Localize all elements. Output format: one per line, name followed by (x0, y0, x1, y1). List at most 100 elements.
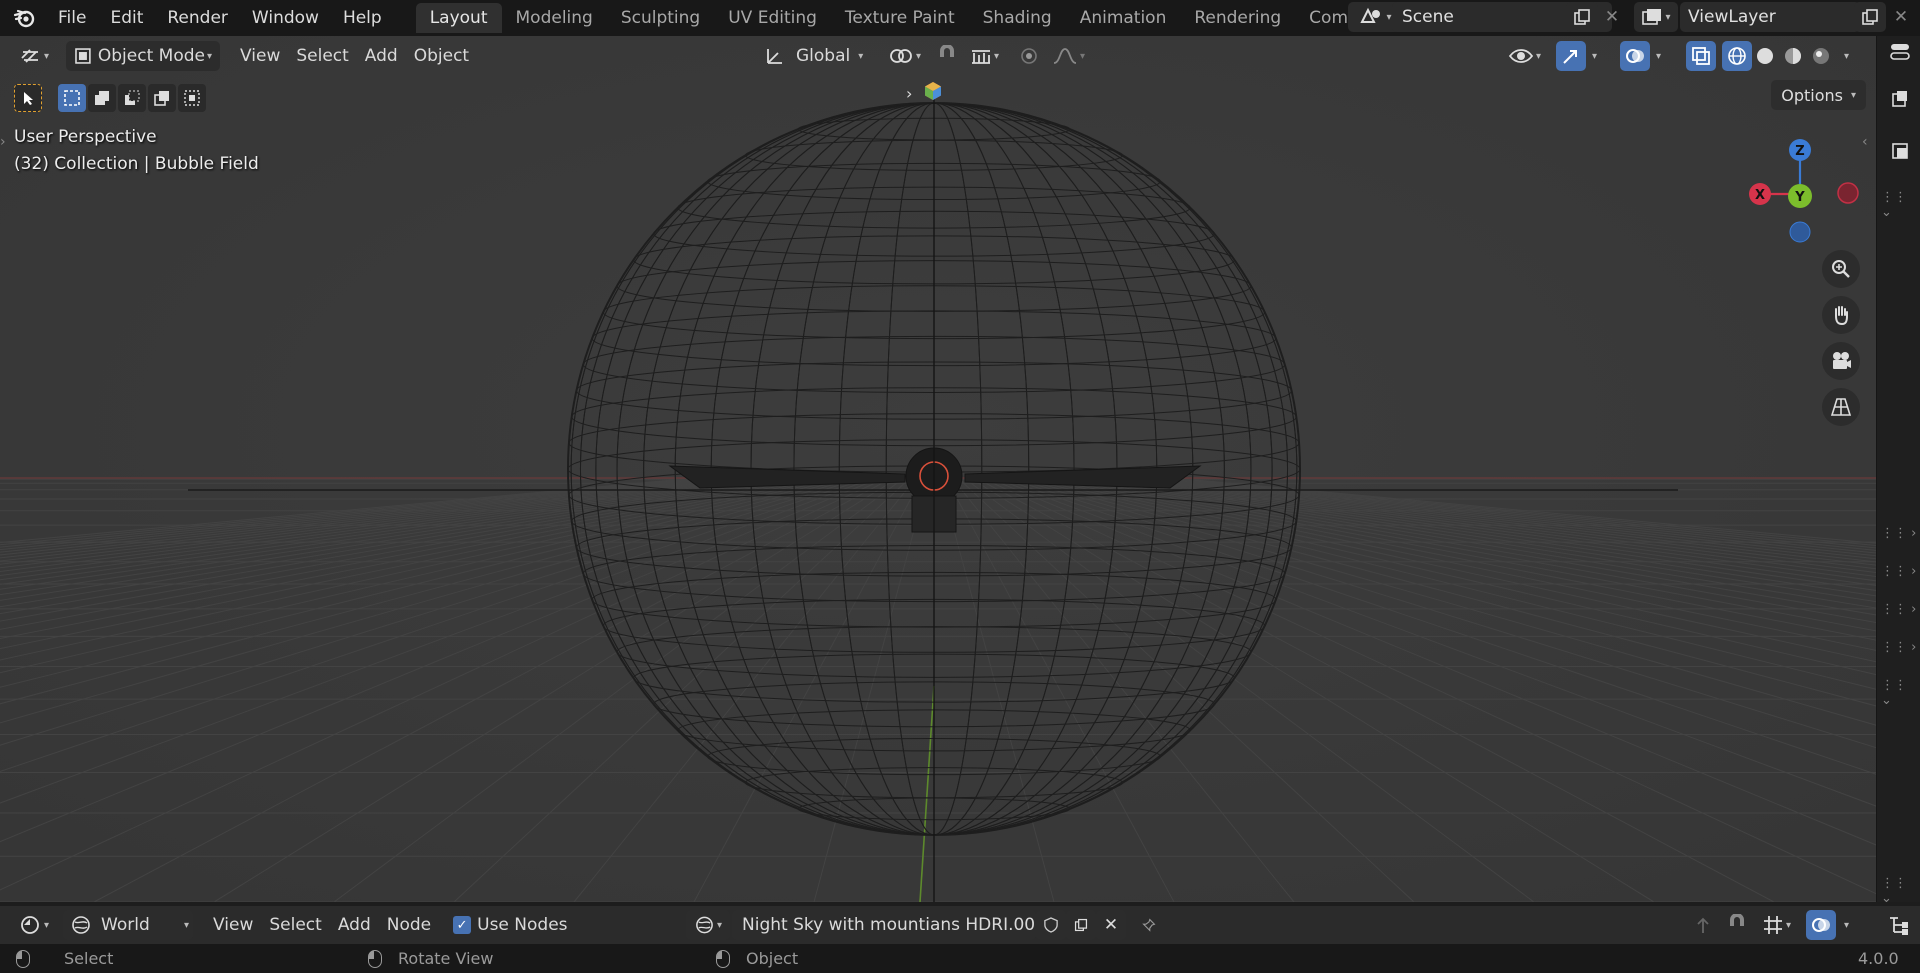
node-editor-type-button[interactable]: ▾ (10, 910, 57, 940)
viewport-menu-select[interactable]: Select (288, 41, 356, 71)
blender-logo-icon[interactable] (12, 6, 36, 30)
rendered-shading-icon[interactable] (1806, 41, 1836, 71)
menu-edit[interactable]: Edit (98, 4, 155, 32)
gizmo-neg-x-icon[interactable] (1837, 182, 1859, 204)
visibility-dropdown[interactable]: ▾ (1500, 41, 1549, 71)
panel-collapse-icon-2[interactable]: ⋮⋮ ⌄ (1881, 678, 1920, 708)
select-new-icon[interactable] (58, 84, 86, 112)
overlays-dropdown[interactable]: ▾ (1650, 41, 1665, 71)
left-expand-arrow-icon[interactable]: › (0, 134, 6, 150)
select-intersect-icon[interactable] (178, 84, 206, 112)
solid-shading-icon[interactable] (1750, 41, 1780, 71)
falloff-dropdown[interactable]: ▾ (1044, 41, 1093, 71)
panel-expand-icon-4[interactable]: ⋮⋮ › (1881, 640, 1916, 655)
transform-orientation-dropdown[interactable]: Global ▾ (756, 41, 871, 71)
viewport-menu-object[interactable]: Object (406, 41, 477, 71)
node-sidebar-icon[interactable] (1888, 914, 1910, 940)
select-invert-icon[interactable] (148, 84, 176, 112)
shading-dropdown[interactable]: ▾ (1838, 41, 1853, 71)
menu-window[interactable]: Window (240, 4, 331, 32)
tool-tab-icon[interactable] (1891, 90, 1909, 112)
node-overlays-dropdown[interactable]: ▾ (1838, 910, 1853, 940)
eye-icon (1508, 49, 1534, 63)
fake-user-shield-icon[interactable] (1036, 910, 1066, 940)
gizmo-dropdown[interactable]: ▾ (1586, 41, 1601, 71)
panel-expand-icon-2[interactable]: ⋮⋮ › (1881, 564, 1916, 579)
node-snap-target-dropdown[interactable]: ▾ (1754, 910, 1799, 940)
delete-scene-icon[interactable]: ✕ (1598, 2, 1626, 32)
proportional-editing-icon[interactable] (1014, 41, 1044, 71)
node-menu-node[interactable]: Node (379, 910, 439, 940)
viewport-scene (0, 36, 1876, 902)
view-layer-name-field[interactable]: ViewLayer (1680, 2, 1860, 32)
panel-expand-icon-1[interactable]: ⋮⋮ › (1881, 526, 1916, 541)
scene-name: Scene (1402, 7, 1454, 27)
zoom-icon[interactable] (1822, 250, 1860, 288)
shader-type-dropdown[interactable]: World ▾ (63, 910, 194, 940)
parent-node-tree-icon[interactable] (1688, 910, 1718, 940)
options-dropdown[interactable]: Options ▾ (1771, 80, 1866, 110)
material-preview-icon[interactable] (1778, 41, 1808, 71)
expand-toolbar-icon[interactable]: › (906, 84, 912, 103)
tab-texture-paint[interactable]: Texture Paint (831, 3, 969, 33)
object-mode-dropdown[interactable]: Object Mode ▾ (66, 41, 220, 71)
snap-increment-icon (972, 50, 990, 64)
tab-rendering[interactable]: Rendering (1180, 3, 1295, 33)
gizmo-toggle-icon[interactable] (1556, 41, 1586, 71)
world-name-field[interactable]: Night Sky with mountians HDRI.001 (732, 910, 1046, 940)
snap-target-dropdown[interactable]: ▾ (962, 41, 1007, 71)
options-label: Options (1781, 85, 1843, 105)
panel-collapse-icon-3[interactable]: ⋮⋮ ⌄ (1881, 876, 1920, 906)
panel-expand-icon-3[interactable]: ⋮⋮ › (1881, 602, 1916, 617)
sidebar-expand-arrow-icon[interactable]: ‹ (1862, 134, 1868, 150)
select-subtract-icon[interactable] (118, 84, 146, 112)
viewport-menu-add[interactable]: Add (357, 41, 406, 71)
render-tab-icon[interactable] (1891, 142, 1909, 164)
viewport-menu-view[interactable]: View (232, 41, 288, 71)
node-snap-icon[interactable] (1722, 910, 1752, 940)
delete-view-layer-icon[interactable]: ✕ (1886, 2, 1916, 32)
select-extend-icon[interactable] (88, 84, 116, 112)
tab-shading[interactable]: Shading (969, 3, 1066, 33)
overlays-toggle-icon[interactable] (1620, 41, 1650, 71)
status-select-hint: Select (16, 944, 113, 973)
world-browse-button[interactable]: ▾ (686, 910, 730, 940)
3d-viewport[interactable]: ▾ Object Mode ▾ View Select Add Object Gl… (0, 36, 1876, 902)
camera-view-icon[interactable] (1822, 342, 1860, 380)
wireframe-shading-icon[interactable] (1722, 41, 1752, 71)
new-scene-icon[interactable] (1566, 2, 1598, 32)
tab-layout[interactable]: Layout (415, 3, 502, 33)
view-layer-browse-button[interactable]: ▾ (1634, 2, 1678, 32)
tab-sculpting[interactable]: Sculpting (607, 3, 714, 33)
menu-file[interactable]: File (46, 4, 98, 32)
version-label: 4.0.0 (1858, 949, 1899, 968)
viewport-header: ▾ Object Mode ▾ View Select Add Object Gl… (0, 36, 1876, 76)
menu-render[interactable]: Render (155, 4, 240, 32)
editor-type-button[interactable]: ▾ (12, 41, 58, 71)
tab-uv-editing[interactable]: UV Editing (714, 3, 831, 33)
panel-collapse-icon[interactable]: ⋮⋮ ⌄ (1881, 190, 1920, 220)
node-menu-view[interactable]: View (205, 910, 261, 940)
xray-toggle-icon[interactable] (1686, 41, 1716, 71)
node-menu-add[interactable]: Add (330, 910, 379, 940)
select-box-tool-icon[interactable] (14, 84, 42, 112)
duplicate-world-icon[interactable] (1066, 910, 1096, 940)
snap-toggle-icon[interactable] (932, 41, 962, 71)
node-overlays-icon[interactable] (1806, 910, 1836, 940)
navigation-gizmo[interactable]: Z X Y (1740, 126, 1870, 256)
tab-animation[interactable]: Animation (1066, 3, 1181, 33)
use-nodes-checkbox[interactable]: ✓ Use Nodes (445, 910, 575, 940)
perspective-toggle-icon[interactable] (1822, 388, 1860, 426)
node-menu-select[interactable]: Select (261, 910, 329, 940)
status-bar: Select Rotate View Object 4.0.0 (0, 944, 1920, 973)
new-view-layer-icon[interactable] (1854, 2, 1886, 32)
pivot-point-dropdown[interactable]: ▾ (880, 41, 929, 71)
pan-hand-icon[interactable] (1822, 296, 1860, 334)
tab-modeling[interactable]: Modeling (502, 3, 607, 33)
asset-shelf-icon[interactable] (922, 80, 946, 104)
pin-world-icon[interactable] (1134, 910, 1164, 940)
menu-help[interactable]: Help (331, 4, 394, 32)
properties-editor-icon[interactable] (1889, 42, 1911, 66)
gizmo-neg-y-icon[interactable] (1789, 221, 1811, 243)
unlink-world-icon[interactable]: ✕ (1096, 910, 1126, 940)
